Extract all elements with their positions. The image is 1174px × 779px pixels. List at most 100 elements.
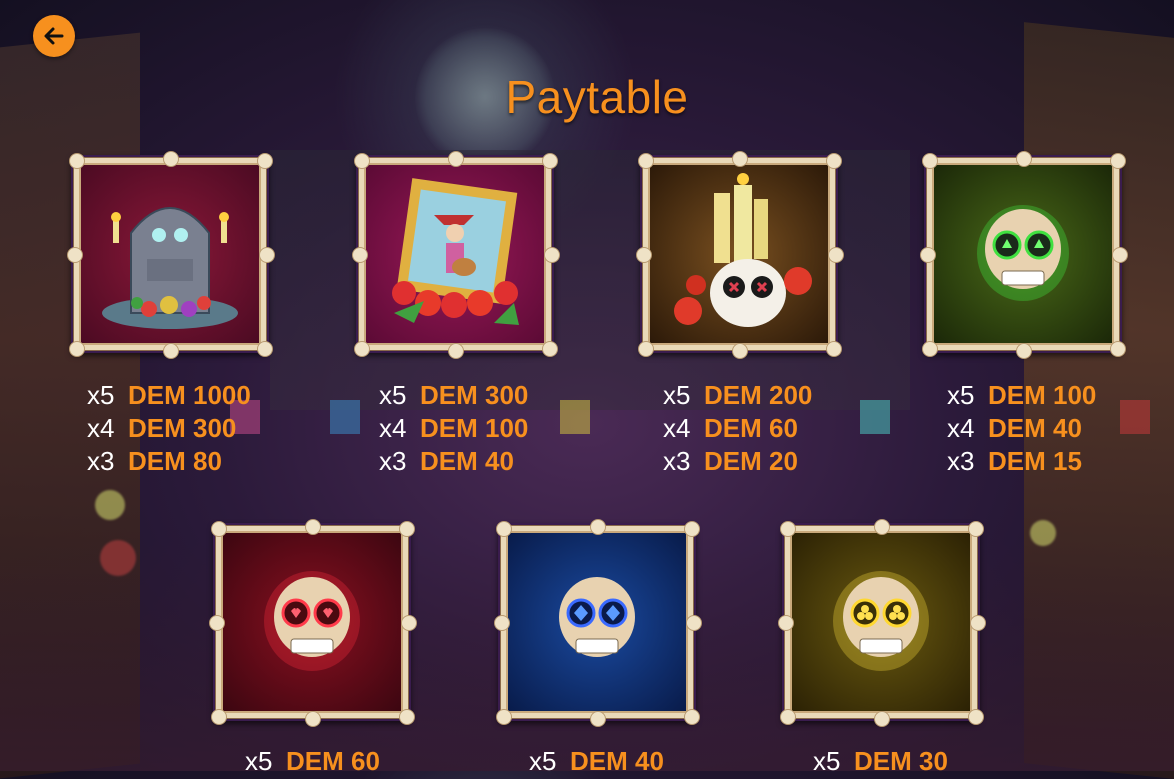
payout-amount: DEM 60 <box>286 746 380 776</box>
bone-knob-decoration <box>826 153 842 169</box>
bone-knob-decoration <box>67 247 83 263</box>
bone-knob-decoration <box>163 343 179 359</box>
payout-amount: DEM 80 <box>128 446 222 476</box>
payout-amount: DEM 40 <box>988 413 1082 443</box>
pay-row: x3 DEM 15 <box>947 445 1096 478</box>
payout-amount: DEM 15 <box>988 446 1082 476</box>
payout-amount: DEM 100 <box>420 413 529 443</box>
payout-amount: DEM 40 <box>570 746 664 776</box>
bone-frame <box>643 158 835 350</box>
bone-knob-decoration <box>69 341 85 357</box>
multiplier: x5 <box>663 380 691 410</box>
bone-knob-decoration <box>684 521 700 537</box>
multiplier: x5 <box>529 746 557 776</box>
bone-knob-decoration <box>590 519 606 535</box>
bone-knob-decoration <box>686 615 702 631</box>
bone-knob-decoration <box>399 709 415 725</box>
bone-knob-decoration <box>69 153 85 169</box>
bone-frame <box>74 158 266 350</box>
bone-knob-decoration <box>354 153 370 169</box>
papel-picado-decoration <box>330 400 360 434</box>
bone-knob-decoration <box>211 709 227 725</box>
bone-knob-decoration <box>828 247 844 263</box>
bone-knob-decoration <box>920 247 936 263</box>
bone-frame <box>359 158 551 350</box>
paytable-mariachi: x5 DEM 300 x4 DEM 100 x3 DEM 40 <box>379 379 528 478</box>
pay-row: x4 DEM 300 <box>87 412 251 445</box>
pay-row: x5 DEM 1000 <box>87 379 251 412</box>
bone-knob-decoration <box>684 709 700 725</box>
bone-knob-decoration <box>352 247 368 263</box>
bone-knob-decoration <box>968 709 984 725</box>
multiplier: x4 <box>663 413 691 443</box>
payout-amount: DEM 100 <box>988 380 1097 410</box>
bone-knob-decoration <box>448 343 464 359</box>
page-title: Paytable <box>505 71 689 123</box>
multiplier: x4 <box>87 413 115 443</box>
paytable-tombstone: x5 DEM 1000 x4 DEM 300 x3 DEM 80 <box>87 379 251 478</box>
bone-knob-decoration <box>778 615 794 631</box>
symbol-tile-blue-skull <box>494 519 702 727</box>
multiplier: x3 <box>947 446 975 476</box>
bone-knob-decoration <box>354 341 370 357</box>
payout-amount: DEM 300 <box>420 380 529 410</box>
paytable-candle-skull: x5 DEM 200 x4 DEM 60 x3 DEM 20 <box>663 379 812 478</box>
bone-knob-decoration <box>1016 151 1032 167</box>
pay-row: x5 DEM 40 <box>529 745 664 778</box>
payout-amount: DEM 20 <box>704 446 798 476</box>
paytable-yellow-skull: x5 DEM 30 <box>813 745 948 778</box>
lantern-light-decoration <box>1030 520 1056 546</box>
lantern-light-decoration <box>95 490 125 520</box>
bone-knob-decoration <box>590 711 606 727</box>
bone-knob-decoration <box>448 151 464 167</box>
pay-row: x4 DEM 100 <box>379 412 528 445</box>
multiplier: x3 <box>379 446 407 476</box>
bone-knob-decoration <box>401 615 417 631</box>
payout-amount: DEM 60 <box>704 413 798 443</box>
multiplier: x3 <box>663 446 691 476</box>
payout-amount: DEM 30 <box>854 746 948 776</box>
symbol-tile-mariachi <box>352 151 560 359</box>
pay-row: x3 DEM 20 <box>663 445 812 478</box>
multiplier: x3 <box>87 446 115 476</box>
bone-knob-decoration <box>399 521 415 537</box>
symbol-tile-green-skull <box>920 151 1128 359</box>
papel-picado-decoration <box>860 400 890 434</box>
multiplier: x5 <box>813 746 841 776</box>
bone-knob-decoration <box>636 247 652 263</box>
bone-knob-decoration <box>257 153 273 169</box>
symbol-tile-candle-skull <box>636 151 844 359</box>
back-button[interactable] <box>33 15 75 57</box>
symbol-tile-red-skull <box>209 519 417 727</box>
papel-picado-decoration <box>560 400 590 434</box>
bone-knob-decoration <box>1110 341 1126 357</box>
bone-knob-decoration <box>780 521 796 537</box>
lantern-light-decoration <box>100 540 136 576</box>
bone-knob-decoration <box>257 341 273 357</box>
bone-knob-decoration <box>496 521 512 537</box>
bone-knob-decoration <box>494 615 510 631</box>
paytable-blue-skull: x5 DEM 40 <box>529 745 664 778</box>
bone-knob-decoration <box>874 711 890 727</box>
payout-amount: DEM 300 <box>128 413 237 443</box>
multiplier: x5 <box>947 380 975 410</box>
papel-picado-decoration <box>1120 400 1150 434</box>
bone-frame <box>501 526 693 718</box>
pay-row: x5 DEM 60 <box>245 745 380 778</box>
bone-knob-decoration <box>826 341 842 357</box>
bone-frame <box>785 526 977 718</box>
bone-knob-decoration <box>638 153 654 169</box>
multiplier: x4 <box>947 413 975 443</box>
symbol-tile-yellow-skull <box>778 519 986 727</box>
bone-knob-decoration <box>259 247 275 263</box>
bone-knob-decoration <box>542 341 558 357</box>
bone-knob-decoration <box>732 151 748 167</box>
bone-knob-decoration <box>305 519 321 535</box>
pay-row: x5 DEM 100 <box>947 379 1096 412</box>
bone-knob-decoration <box>211 521 227 537</box>
bone-frame <box>927 158 1119 350</box>
bone-knob-decoration <box>305 711 321 727</box>
bone-knob-decoration <box>780 709 796 725</box>
bone-frame <box>216 526 408 718</box>
bone-knob-decoration <box>922 341 938 357</box>
